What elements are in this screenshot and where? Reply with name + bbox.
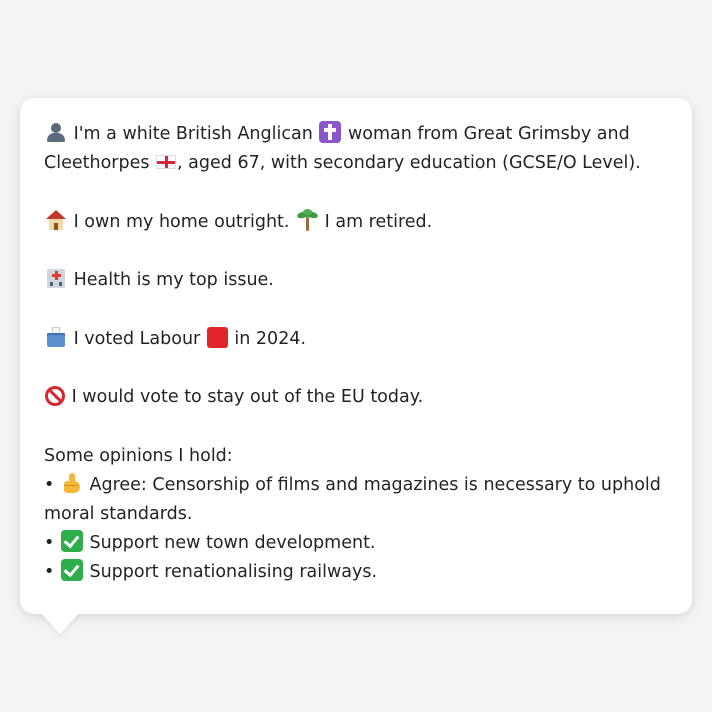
eu-line: I would vote to stay out of the EU today… <box>44 383 668 412</box>
persona-message-bubble: I'm a white British Anglican woman from … <box>20 98 692 614</box>
latin-cross-icon <box>319 121 342 143</box>
opinion-item: • Support renationalising railways. <box>44 558 668 587</box>
issue-line: Health is my top issue. <box>44 266 668 295</box>
identity-text-a: I'm a white British Anglican <box>73 124 313 144</box>
ballot-box-icon <box>45 326 67 348</box>
hospital-icon <box>45 267 67 289</box>
retired-text: I am retired. <box>324 211 433 232</box>
prohibited-icon <box>45 386 65 406</box>
bullet: • <box>44 561 55 582</box>
identity-text-c: , aged 67, with secondary education (GCS… <box>177 153 641 173</box>
check-mark-icon <box>60 558 83 581</box>
palm-tree-icon <box>296 208 319 231</box>
housing-text: I own my home outright. <box>73 211 290 232</box>
bubble-tail <box>40 612 80 634</box>
opinion-text: Agree: Censorship of films and magazines… <box>44 474 661 524</box>
vote-text-b: in 2024. <box>234 328 307 349</box>
red-square-icon <box>206 326 228 348</box>
housing-line: I own my home outright. I am retired. <box>44 208 668 237</box>
bullet: • <box>44 532 55 553</box>
bullet: • <box>44 474 55 495</box>
identity-line: I'm a white British Anglican woman from … <box>44 120 668 178</box>
opinion-text: Support renationalising railways. <box>89 561 378 582</box>
eu-text: I would vote to stay out of the EU today… <box>71 387 424 407</box>
house-icon <box>45 209 67 231</box>
opinion-item: • Support new town development. <box>44 529 668 558</box>
opinions-heading: Some opinions I hold: <box>44 445 233 466</box>
bust-in-silhouette-icon <box>45 121 67 143</box>
opinion-item: • Agree: Censorship of films and magazin… <box>44 471 668 529</box>
vote-line: I voted Labour in 2024. <box>44 325 668 354</box>
vote-text-a: I voted Labour <box>73 328 201 349</box>
check-mark-icon <box>60 529 83 552</box>
opinion-text: Support new town development. <box>89 532 376 553</box>
thumbs-up-icon <box>61 472 83 494</box>
issue-text: Health is my top issue. <box>73 270 274 290</box>
england-flag-icon <box>156 155 177 169</box>
